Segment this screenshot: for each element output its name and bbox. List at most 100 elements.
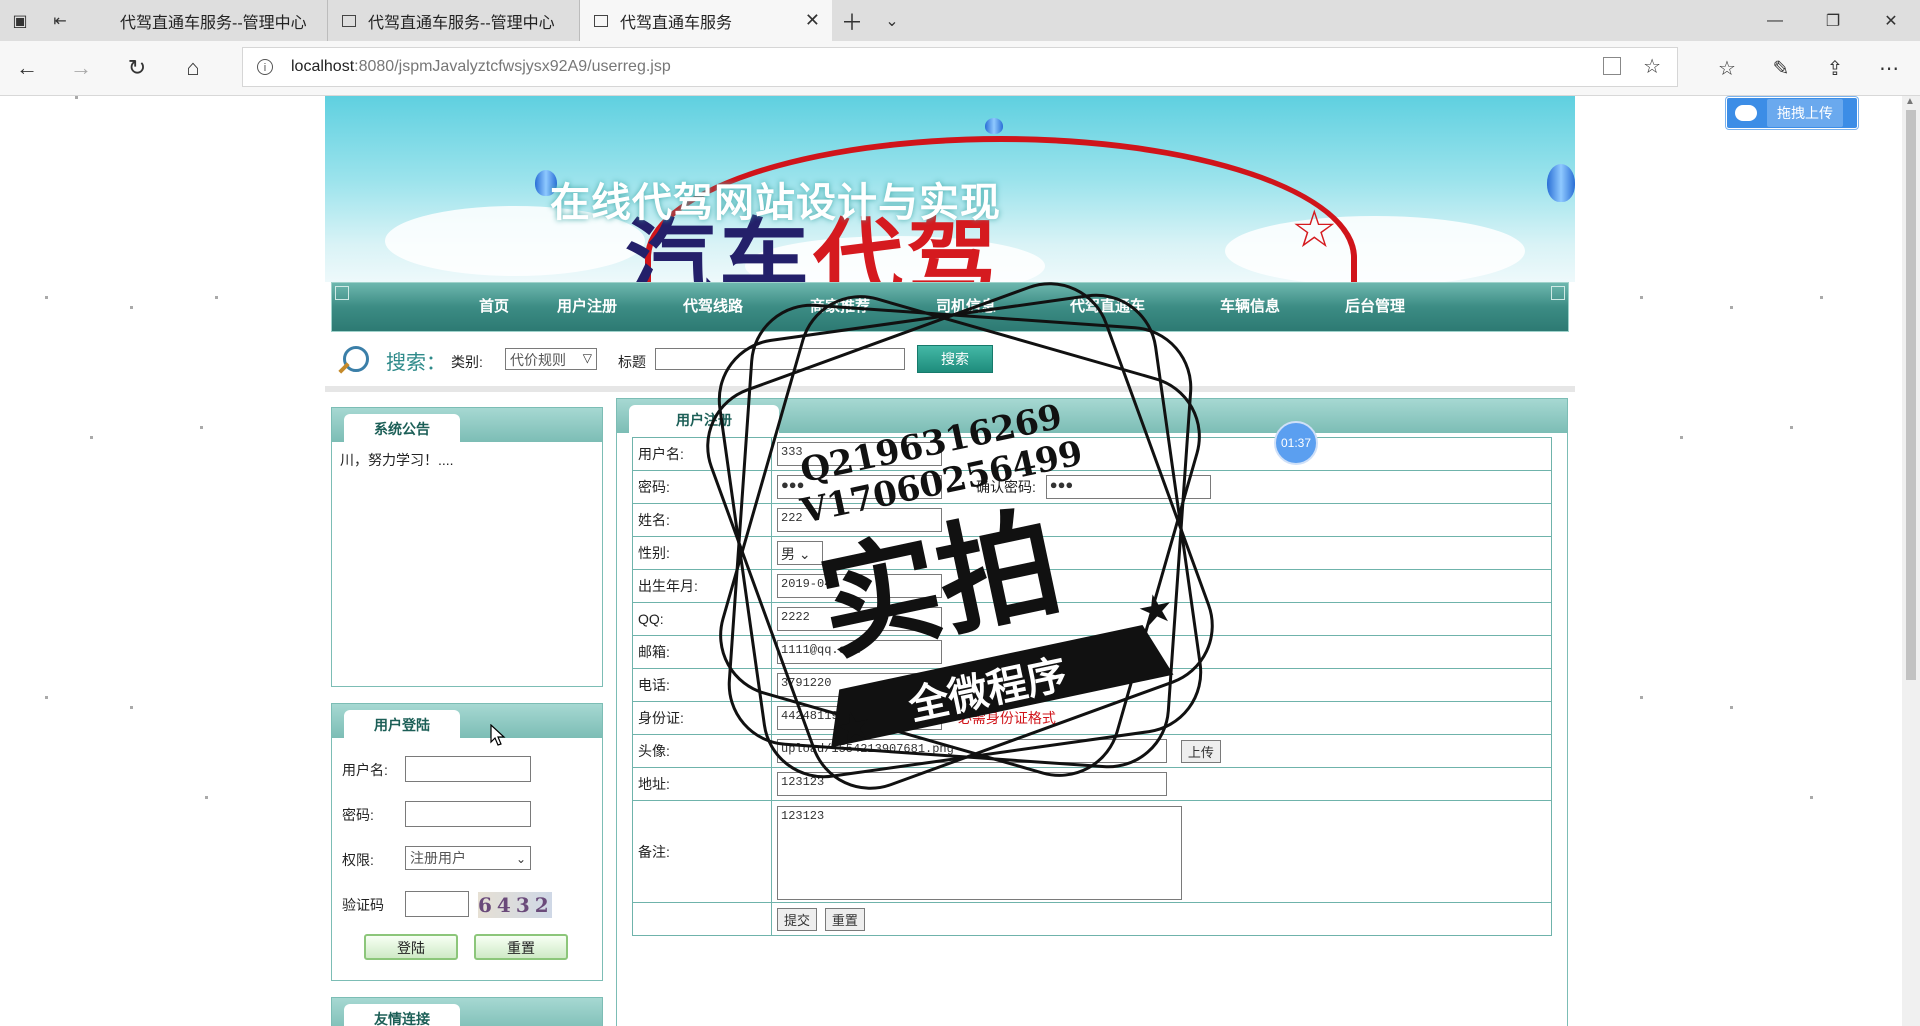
idcard-value: 44248119 xyxy=(781,709,839,723)
category-select[interactable]: 代价规则 ▽ xyxy=(505,348,597,370)
timer-badge[interactable]: 01:37 xyxy=(1274,421,1318,465)
close-tab-icon[interactable]: ✕ xyxy=(805,10,820,31)
confirm-password-input[interactable]: ●●● xyxy=(1045,475,1211,499)
star-icon: ☆ xyxy=(1291,201,1338,259)
title-search-input[interactable] xyxy=(655,348,905,370)
form-reset-button[interactable]: 重置 xyxy=(824,907,865,931)
login-password-input[interactable] xyxy=(405,801,531,827)
nav-merchants[interactable]: 商家推荐 xyxy=(810,283,870,331)
login-role-select[interactable]: 注册用户 ⌄ xyxy=(405,846,531,870)
url-input[interactable]: i localhost:8080/jspmJavalyztcfwsjysx92A… xyxy=(242,47,1678,87)
balloon-icon xyxy=(1547,164,1575,202)
nav-routes[interactable]: 代驾线路 xyxy=(683,283,743,331)
form-cell: 123123 xyxy=(771,800,1552,903)
remark-textarea[interactable]: 123123 xyxy=(777,806,1182,900)
bg-dot xyxy=(1640,696,1643,699)
login-reset-button[interactable]: 重置 xyxy=(474,934,568,960)
email-input[interactable]: 1111@qq.com xyxy=(777,640,942,664)
form-row-phone: 电话: 3791220 xyxy=(632,668,1552,702)
refresh-icon[interactable]: ↻ xyxy=(110,41,164,95)
balloon-icon xyxy=(985,118,1003,134)
tab-actions-icon[interactable]: ▣ xyxy=(0,0,40,41)
password-label: 密码: xyxy=(632,470,772,504)
home-icon[interactable]: ⌂ xyxy=(166,41,220,95)
bg-dot xyxy=(90,436,93,439)
favorite-star-icon[interactable]: ☆ xyxy=(1643,54,1661,79)
bg-dot xyxy=(1640,296,1643,299)
name-input[interactable]: 222 xyxy=(777,508,942,532)
bg-dot xyxy=(1810,796,1813,799)
cloud-icon xyxy=(1735,105,1757,121)
register-title: 用户注册 xyxy=(629,405,779,433)
browser-tab-1[interactable]: 代驾直通车服务--管理中心 xyxy=(80,0,328,41)
forward-icon[interactable]: → xyxy=(54,41,108,95)
page-scrollbar[interactable]: ▲ xyxy=(1902,96,1920,1026)
form-row-password: 密码: ●●● 确认密码: ●●● xyxy=(632,470,1552,504)
qq-label: QQ: xyxy=(632,602,772,636)
phone-input[interactable]: 3791220 xyxy=(777,673,942,697)
upload-button[interactable]: 上传 xyxy=(1180,739,1221,763)
bg-dot xyxy=(1730,306,1733,309)
password-input[interactable]: ●●● xyxy=(777,475,942,499)
scrollbar-thumb[interactable] xyxy=(1906,110,1916,680)
gender-label: 性别: xyxy=(632,536,772,570)
browser-tab-2[interactable]: 代驾直通车服务--管理中心 xyxy=(328,0,580,41)
search-button[interactable]: 搜索 xyxy=(917,345,993,373)
idcard-input[interactable]: 44248119 × xyxy=(777,706,942,730)
role-value: 注册用户 xyxy=(410,850,466,866)
favorites-list-icon[interactable]: ☆ xyxy=(1700,41,1754,95)
login-username-label: 用户名: xyxy=(342,762,388,778)
address-label: 地址: xyxy=(632,767,772,801)
login-button[interactable]: 登陆 xyxy=(364,934,458,960)
captcha-label: 验证码 xyxy=(342,897,384,913)
qq-input[interactable]: 2222 xyxy=(777,607,942,631)
nav-drivers[interactable]: 司机信息 xyxy=(936,283,996,331)
close-window-icon[interactable]: ✕ xyxy=(1862,0,1920,41)
captcha-image[interactable]: 6432 xyxy=(478,892,552,918)
chevron-down-icon: ⌄ xyxy=(798,546,811,562)
scroll-up-arrow-icon[interactable]: ▲ xyxy=(1905,96,1915,107)
pen-icon[interactable]: ✎ xyxy=(1754,41,1808,95)
main-nav: 首页 用户注册 代驾线路 商家推荐 司机信息 代驾直通车 车辆信息 后台管理 xyxy=(331,282,1569,332)
form-row-email: 邮箱: 1111@qq.com xyxy=(632,635,1552,669)
site-banner: 汽车代驾 ☆ 在线代驾网站设计与实现 xyxy=(325,96,1575,282)
nav-express[interactable]: 代驾直通车 xyxy=(1070,283,1145,331)
captcha-input[interactable] xyxy=(405,891,469,917)
browser-tab-3-active[interactable]: 代驾直通车服务 ✕ xyxy=(580,0,832,41)
gender-value: 男 xyxy=(781,546,795,562)
login-panel: 用户登陆 用户名: 密码: 权限: 注册用户 ⌄ 验证码 6432 登陆 重置 xyxy=(331,703,603,981)
login-username-input[interactable] xyxy=(405,756,531,782)
more-icon[interactable]: ⋯ xyxy=(1862,41,1916,95)
new-tab-icon[interactable]: ＋ xyxy=(832,0,872,41)
nav-home[interactable]: 首页 xyxy=(479,283,509,331)
nav-admin[interactable]: 后台管理 xyxy=(1345,283,1405,331)
tab-list-chevron-icon[interactable]: ⌄ xyxy=(872,0,912,41)
nav-user-register[interactable]: 用户注册 xyxy=(557,283,617,331)
restore-icon[interactable]: ❐ xyxy=(1804,0,1862,41)
nav-vehicles[interactable]: 车辆信息 xyxy=(1220,283,1280,331)
birth-input[interactable]: 2019-04 xyxy=(777,574,942,598)
search-heading: 搜索： xyxy=(386,352,446,374)
username-input[interactable]: 333 xyxy=(777,442,942,466)
submit-button[interactable]: 提交 xyxy=(777,907,818,931)
clear-input-icon[interactable]: × xyxy=(930,709,937,723)
gender-select[interactable]: 男 ⌄ xyxy=(777,541,823,565)
set-aside-tabs-icon[interactable]: ⇤ xyxy=(40,0,80,41)
share-icon[interactable]: ⇪ xyxy=(1808,41,1862,95)
avatar-path-input[interactable]: upload/1554213907681.png xyxy=(777,739,1167,763)
nav-corner-ornament xyxy=(1551,286,1565,300)
bg-dot xyxy=(1820,296,1823,299)
minimize-icon[interactable]: — xyxy=(1746,0,1804,41)
info-icon[interactable]: i xyxy=(257,59,273,75)
login-password-label: 密码: xyxy=(342,807,374,823)
drag-upload-widget[interactable]: 拖拽上传 xyxy=(1726,97,1858,129)
reading-view-icon[interactable] xyxy=(1603,57,1621,75)
back-icon[interactable]: ← xyxy=(0,41,54,95)
address-input[interactable]: 123123 xyxy=(777,772,1167,796)
form-cell: 44248119 × 必需身份证格式 xyxy=(771,701,1552,735)
form-row-username: 用户名: 333 xyxy=(632,437,1552,471)
bg-dot xyxy=(45,696,48,699)
mouse-cursor-icon xyxy=(490,724,506,746)
bg-dot xyxy=(1790,426,1793,429)
browser-tab-bar: ▣ ⇤ 代驾直通车服务--管理中心 代驾直通车服务--管理中心 代驾直通车服务 … xyxy=(0,0,1920,41)
